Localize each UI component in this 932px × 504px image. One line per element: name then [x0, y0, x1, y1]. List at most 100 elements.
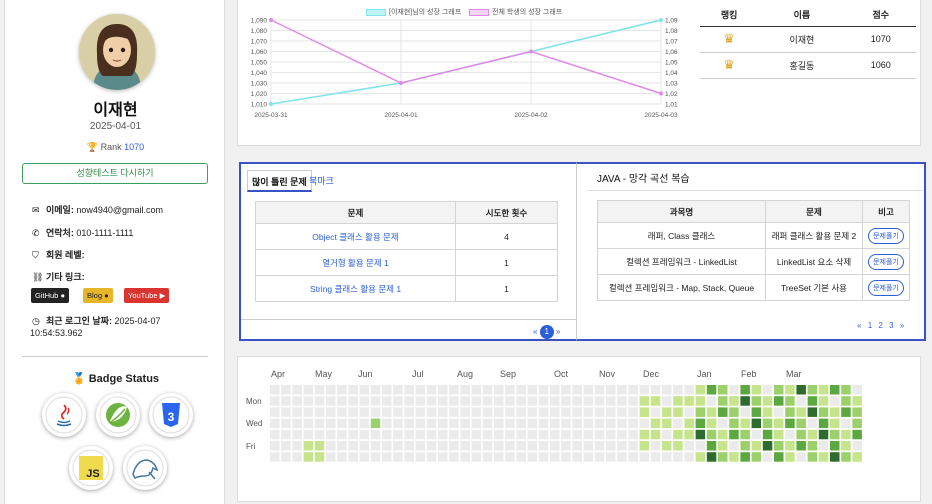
- level-label: 회원 레벨:: [46, 250, 85, 260]
- ranking-score: 1060: [845, 52, 916, 79]
- heatmap-cell: [807, 452, 818, 462]
- css3-badge-icon: 3: [149, 393, 193, 437]
- heatmap-cell: [606, 418, 616, 429]
- envelope-icon: ✉: [32, 205, 40, 215]
- attempts-header: 시도한 횟수: [455, 201, 558, 224]
- heatmap-cell: [505, 452, 515, 462]
- heatmap-cell: [796, 407, 806, 417]
- heatmap-cell: [426, 418, 437, 429]
- heatmap-cell: [796, 429, 806, 440]
- heatmap-cell: [538, 441, 549, 451]
- heatmap-cell: [740, 441, 750, 451]
- heatmap-cell: [516, 407, 526, 417]
- solve-button[interactable]: 문제풀기: [868, 279, 904, 296]
- heatmap-cell: [281, 407, 291, 417]
- tab-bookmark[interactable]: 북마크: [309, 170, 334, 192]
- heatmap-cell: [740, 385, 750, 395]
- x-tick-label: 2025-04-03: [644, 112, 678, 119]
- heatmap-cell: [673, 441, 683, 451]
- heatmap-cell: [516, 396, 526, 406]
- heatmap-cell: [639, 429, 650, 440]
- heatmap-cell: [818, 441, 829, 451]
- heatmap-cell: [706, 385, 717, 395]
- heatmap-cell: [359, 385, 370, 395]
- tab-wrong-problems[interactable]: 많이 틀린 문제: [247, 170, 312, 192]
- heatmap-cell: [740, 407, 750, 417]
- heatmap-cell: [751, 385, 762, 395]
- page-current[interactable]: 1: [539, 325, 554, 339]
- heatmap-cell: [729, 452, 739, 462]
- heatmap-cell: [617, 385, 627, 395]
- heatmap-cell: [639, 418, 650, 429]
- heatmap-cell: [415, 407, 426, 417]
- heatmap-cell: [594, 441, 605, 451]
- heatmap-cell: [404, 385, 414, 395]
- heatmap-cell: [550, 418, 560, 429]
- heatmap-cell: [628, 418, 638, 429]
- heatmap-cell: [774, 396, 784, 406]
- heatmap-cell: [404, 396, 414, 406]
- java-badge-icon: [42, 393, 86, 437]
- heatmap-cell: [326, 429, 336, 440]
- divider: [241, 319, 576, 320]
- page-3[interactable]: 3: [889, 321, 893, 330]
- heatmap-cell: [852, 407, 862, 417]
- page-prev[interactable]: «: [857, 321, 861, 330]
- heatmap-cell: [572, 429, 582, 440]
- youtube-link[interactable]: YouTube ▶: [124, 288, 170, 303]
- solve-button[interactable]: 문제풀기: [868, 253, 904, 270]
- heatmap-cell: [818, 452, 829, 462]
- month-label: Mar: [786, 369, 802, 379]
- github-link[interactable]: GitHub ●: [31, 288, 69, 303]
- series-point: [269, 102, 273, 106]
- heatmap-cell: [438, 396, 448, 406]
- heatmap-cell: [729, 396, 739, 406]
- blog-link[interactable]: Blog ●: [83, 288, 113, 303]
- heatmap-cell: [852, 385, 862, 395]
- page-2[interactable]: 2: [878, 321, 882, 330]
- heatmap-cell: [415, 396, 426, 406]
- phone-value: 010-1111-1111: [76, 228, 134, 238]
- heatmap-cell: [796, 441, 806, 451]
- page-next[interactable]: »: [556, 327, 560, 336]
- heatmap-cell: [796, 418, 806, 429]
- heatmap-cell: [718, 429, 728, 440]
- heatmap-cell: [270, 441, 280, 451]
- wrong-problems-table: 문제 시도한 횟수 Object 클래스 활용 문제 4 열거형 활용 문제 1…: [255, 201, 558, 302]
- heatmap-cell: [617, 441, 627, 451]
- page-next[interactable]: »: [900, 321, 904, 330]
- heatmap-cell: [807, 385, 818, 395]
- page-prev[interactable]: «: [533, 327, 537, 336]
- problem-link[interactable]: 열거형 활용 문제 1: [255, 249, 456, 276]
- heatmap-cell: [460, 418, 470, 429]
- ranking-name: 이재현: [758, 26, 846, 53]
- link-icon: ⛓: [32, 272, 44, 282]
- heatmap-cell: [628, 452, 638, 462]
- heatmap-cell: [695, 396, 706, 406]
- problem-link[interactable]: String 클래스 활용 문제 1: [255, 275, 456, 302]
- heatmap-cell: [718, 396, 728, 406]
- shield-icon: ⛉: [32, 250, 39, 260]
- heatmap-cell: [337, 441, 347, 451]
- heatmap-cell: [449, 429, 459, 440]
- heatmap-cell: [650, 385, 661, 395]
- heatmap-cell: [281, 385, 291, 395]
- page-1[interactable]: 1: [868, 321, 872, 330]
- last-login-time: 10:54:53.962: [30, 328, 83, 338]
- heatmap-cell: [561, 429, 571, 440]
- heatmap-cell: [785, 385, 795, 395]
- series-line-1: [270, 19, 662, 95]
- heatmap-cell: [292, 452, 302, 462]
- y-tick-label-left: 1,050: [251, 60, 268, 67]
- problem-link[interactable]: Object 클래스 활용 문제: [255, 223, 456, 250]
- day-label-wed: Wed: [246, 419, 263, 428]
- month-label: May: [315, 369, 333, 379]
- heatmap-cell: [706, 441, 717, 451]
- heatmap-cell: [494, 385, 504, 395]
- heatmap-cell: [718, 385, 728, 395]
- heatmap-cell: [393, 429, 403, 440]
- solve-button[interactable]: 문제풀기: [868, 227, 904, 244]
- heatmap-cell: [639, 407, 650, 417]
- heatmap-cell: [706, 452, 717, 462]
- retest-button[interactable]: 성향테스트 다시하기: [22, 163, 208, 184]
